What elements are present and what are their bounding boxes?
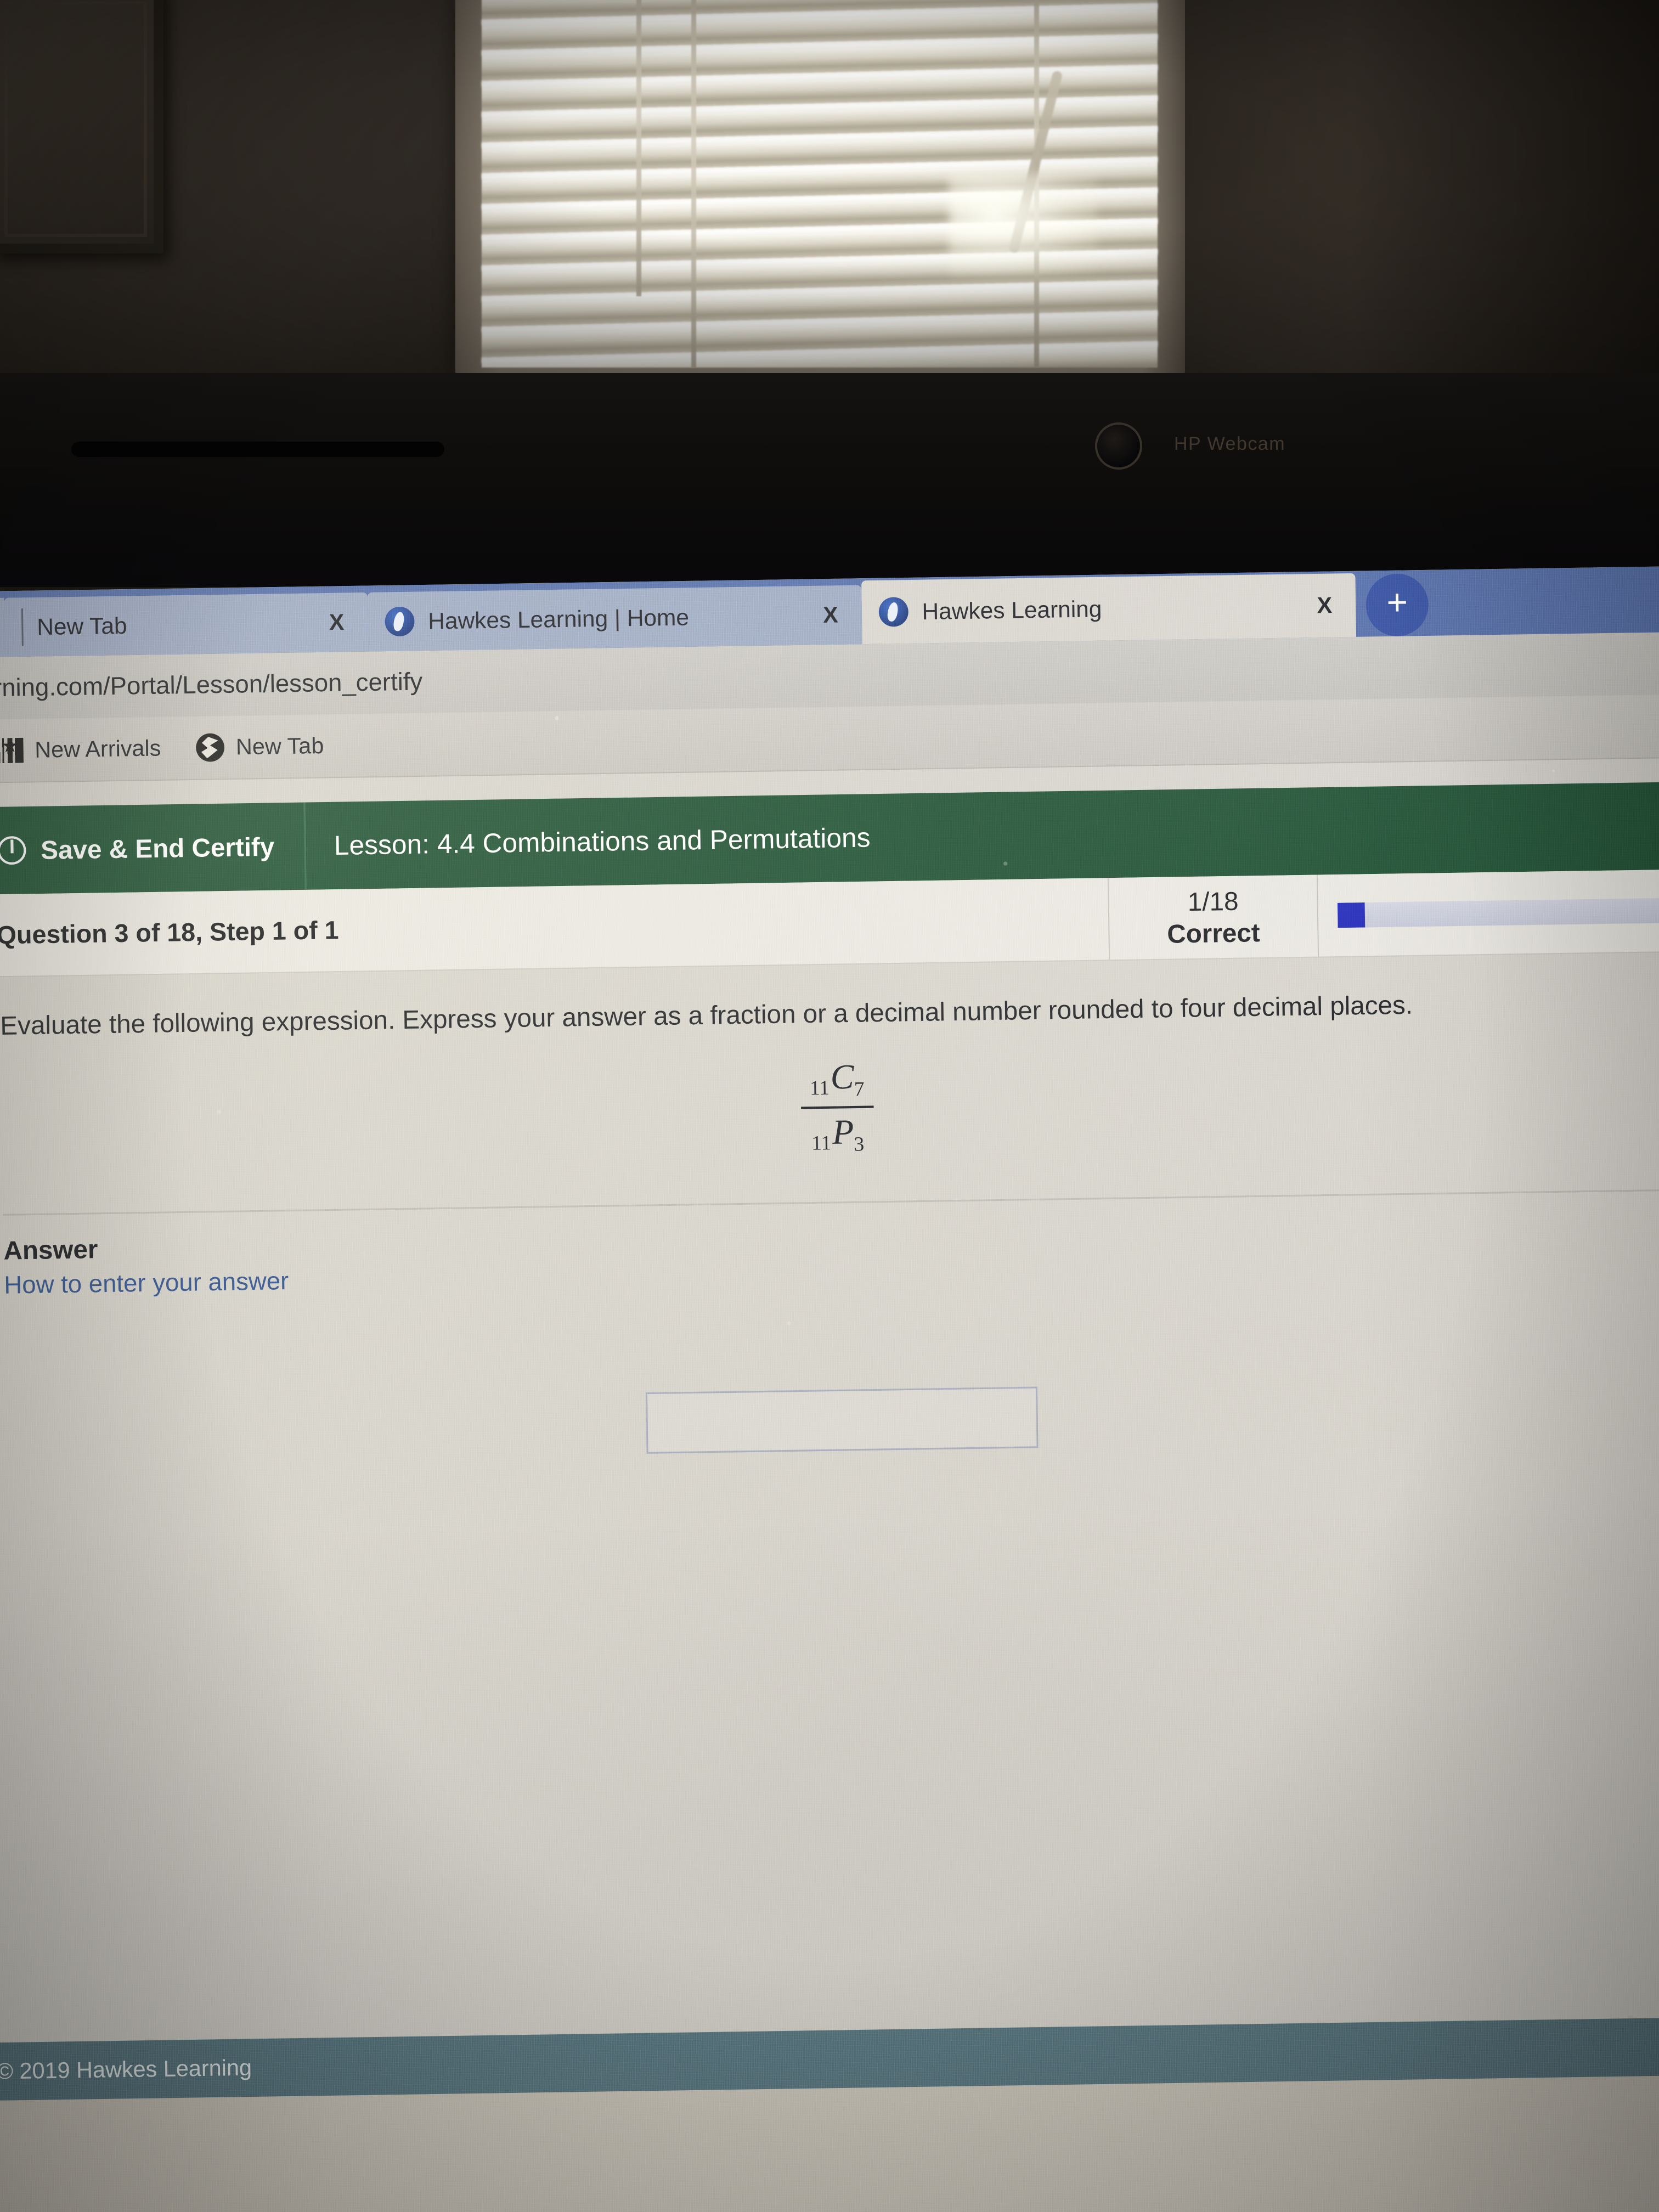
close-icon[interactable]: X — [819, 602, 843, 628]
bookmark-new-arrivals[interactable]: New Arrivals — [0, 736, 161, 764]
score-fraction: 1/18 — [1187, 886, 1239, 917]
numerator-symbol: C — [830, 1057, 855, 1097]
answer-input[interactable] — [645, 1386, 1039, 1454]
question-body: Evaluate the following expression. Expre… — [0, 952, 1659, 1216]
denominator-symbol: P — [832, 1112, 854, 1152]
globe-icon — [196, 733, 225, 762]
laptop-screen: X New Tab X Hawkes Learning | Home X Haw… — [0, 566, 1659, 2212]
save-and-end-certify-label: Save & End Certify — [40, 832, 275, 865]
hawkes-favicon — [385, 606, 415, 637]
browser-tab-new-tab[interactable]: New Tab X — [4, 592, 369, 657]
laptop-speaker-grille — [71, 442, 444, 457]
new-tab-button[interactable]: + — [1365, 573, 1429, 637]
close-icon[interactable]: X — [1312, 592, 1336, 618]
numerator-prefix: 11 — [809, 1076, 830, 1099]
browser-tab-hawkes-learning-active[interactable]: Hawkes Learning X — [861, 573, 1357, 645]
score-box: 1/18 Correct — [1108, 874, 1319, 960]
laptop-bezel — [0, 373, 1659, 587]
hawkes-favicon — [878, 597, 909, 627]
bookmark-new-tab[interactable]: New Tab — [196, 732, 324, 762]
numerator-subscript: 7 — [854, 1077, 865, 1101]
progress-bar-track — [1337, 898, 1659, 928]
bookmark-label: New Arrivals — [34, 735, 161, 763]
camera-lens-icon — [1095, 422, 1142, 470]
laptop-photo: HP Webcam X New Tab X Hawkes Learning | … — [0, 0, 1659, 2212]
wall-picture-frame — [0, 0, 163, 253]
answer-input-row — [4, 1275, 1659, 1463]
progress-bar-wrapper — [1318, 869, 1659, 956]
math-expression: 11C7 11P3 — [1, 1018, 1659, 1170]
bookmark-label: New Tab — [235, 733, 324, 760]
fraction: 11C7 11P3 — [800, 1056, 874, 1158]
room-background — [0, 0, 1659, 384]
browser-tab-hawkes-home[interactable]: Hawkes Learning | Home X — [367, 585, 862, 652]
copyright-label: © 2019 Hawkes Learning — [0, 2055, 252, 2084]
url-input[interactable]: earning.com/Portal/Lesson/lesson_certify — [0, 668, 423, 703]
page-blank-area — [0, 1438, 1659, 2043]
blind-cord — [636, 0, 641, 296]
browser-tab-title: Hawkes Learning — [922, 595, 1102, 624]
question-progress-label: Question 3 of 18, Step 1 of 1 — [0, 915, 339, 950]
save-and-end-certify-button[interactable]: Save & End Certify — [0, 802, 307, 895]
tab-divider — [21, 608, 24, 646]
new-arrivals-icon — [0, 737, 24, 764]
denominator-prefix: 11 — [811, 1131, 832, 1154]
fraction-bar — [801, 1105, 874, 1109]
webcam-label: HP Webcam — [1174, 433, 1286, 454]
progress-bar-fill — [1337, 902, 1365, 928]
right-wall — [1185, 0, 1659, 384]
browser-tab-title: New Tab — [36, 612, 127, 640]
answer-section: Answer How to enter your answer — [0, 1190, 1659, 1464]
blind-cord — [691, 0, 696, 368]
close-icon[interactable]: X — [325, 610, 349, 635]
fraction-denominator: 11P3 — [805, 1111, 870, 1158]
browser-tab-title: Hawkes Learning | Home — [427, 603, 690, 634]
denominator-subscript: 3 — [854, 1132, 865, 1155]
score-word: Correct — [1166, 917, 1261, 949]
power-icon — [0, 836, 26, 865]
sunlight-patch — [949, 173, 1097, 277]
left-wall — [0, 0, 483, 384]
lesson-title: Lesson: 4.4 Combinations and Permutation… — [334, 822, 871, 861]
window-casing — [455, 0, 1185, 373]
fraction-numerator: 11C7 — [804, 1056, 870, 1103]
